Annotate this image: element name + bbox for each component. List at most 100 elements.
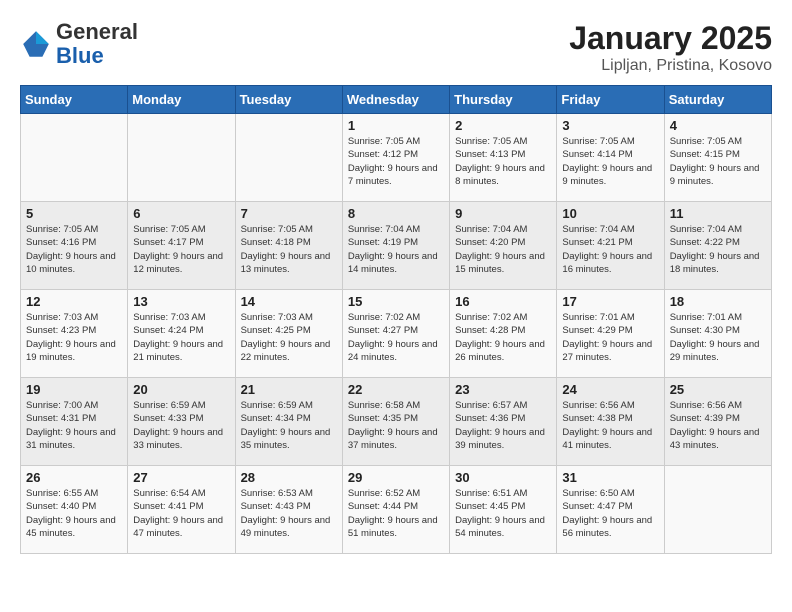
calendar-cell: 22 Sunrise: 6:58 AM Sunset: 4:35 PM Dayli…	[342, 378, 449, 466]
cell-sun-info: Sunrise: 7:05 AM Sunset: 4:12 PM Dayligh…	[348, 135, 444, 188]
calendar-cell: 26Sunrise: 6:55 AM Sunset: 4:40 PM Dayli…	[21, 466, 128, 554]
day-number: 10	[562, 206, 658, 221]
calendar-cell: 25 Sunrise: 6:56 AM Sunset: 4:39 PM Dayli…	[664, 378, 771, 466]
day-number: 22	[348, 382, 444, 397]
calendar-body: 1 Sunrise: 7:05 AM Sunset: 4:12 PM Daylig…	[21, 114, 772, 554]
calendar-cell	[235, 114, 342, 202]
calendar-cell: 30Sunrise: 6:51 AM Sunset: 4:45 PM Dayli…	[450, 466, 557, 554]
calendar-week-row: 26Sunrise: 6:55 AM Sunset: 4:40 PM Dayli…	[21, 466, 772, 554]
day-number: 18	[670, 294, 766, 309]
cell-sun-info: Sunrise: 7:03 AM Sunset: 4:23 PM Dayligh…	[26, 311, 122, 364]
weekday-label: Saturday	[664, 86, 771, 114]
cell-sun-info: Sunrise: 7:05 AM Sunset: 4:16 PM Dayligh…	[26, 223, 122, 276]
calendar-cell: 15Sunrise: 7:02 AM Sunset: 4:27 PM Dayli…	[342, 290, 449, 378]
day-number: 3	[562, 118, 658, 133]
cell-sun-info: Sunrise: 6:53 AM Sunset: 4:43 PM Dayligh…	[241, 487, 337, 540]
day-number: 12	[26, 294, 122, 309]
calendar-week-row: 1 Sunrise: 7:05 AM Sunset: 4:12 PM Daylig…	[21, 114, 772, 202]
day-number: 17	[562, 294, 658, 309]
calendar-cell: 27 Sunrise: 6:54 AM Sunset: 4:41 PM Dayli…	[128, 466, 235, 554]
cell-sun-info: Sunrise: 7:03 AM Sunset: 4:25 PM Dayligh…	[241, 311, 337, 364]
day-number: 8	[348, 206, 444, 221]
day-number: 25	[670, 382, 766, 397]
logo-general-text: General	[56, 19, 138, 44]
cell-sun-info: Sunrise: 6:58 AM Sunset: 4:35 PM Dayligh…	[348, 399, 444, 452]
calendar-cell: 23 Sunrise: 6:57 AM Sunset: 4:36 PM Dayli…	[450, 378, 557, 466]
day-number: 27	[133, 470, 229, 485]
day-number: 11	[670, 206, 766, 221]
calendar-cell: 20 Sunrise: 6:59 AM Sunset: 4:33 PM Dayli…	[128, 378, 235, 466]
cell-sun-info: Sunrise: 7:05 AM Sunset: 4:17 PM Dayligh…	[133, 223, 229, 276]
calendar-cell: 29Sunrise: 6:52 AM Sunset: 4:44 PM Dayli…	[342, 466, 449, 554]
calendar-cell: 1 Sunrise: 7:05 AM Sunset: 4:12 PM Daylig…	[342, 114, 449, 202]
cell-sun-info: Sunrise: 6:52 AM Sunset: 4:44 PM Dayligh…	[348, 487, 444, 540]
cell-sun-info: Sunrise: 7:05 AM Sunset: 4:14 PM Dayligh…	[562, 135, 658, 188]
day-number: 19	[26, 382, 122, 397]
location-title: Lipljan, Pristina, Kosovo	[569, 57, 772, 75]
weekday-label: Monday	[128, 86, 235, 114]
day-number: 28	[241, 470, 337, 485]
calendar-cell: 28 Sunrise: 6:53 AM Sunset: 4:43 PM Dayli…	[235, 466, 342, 554]
calendar-cell: 4 Sunrise: 7:05 AM Sunset: 4:15 PM Daylig…	[664, 114, 771, 202]
day-number: 24	[562, 382, 658, 397]
calendar-cell: 24Sunrise: 6:56 AM Sunset: 4:38 PM Dayli…	[557, 378, 664, 466]
day-number: 1	[348, 118, 444, 133]
cell-sun-info: Sunrise: 6:51 AM Sunset: 4:45 PM Dayligh…	[455, 487, 551, 540]
cell-sun-info: Sunrise: 7:03 AM Sunset: 4:24 PM Dayligh…	[133, 311, 229, 364]
weekday-label: Wednesday	[342, 86, 449, 114]
cell-sun-info: Sunrise: 7:01 AM Sunset: 4:29 PM Dayligh…	[562, 311, 658, 364]
day-number: 31	[562, 470, 658, 485]
calendar-cell: 2 Sunrise: 7:05 AM Sunset: 4:13 PM Daylig…	[450, 114, 557, 202]
calendar-week-row: 19Sunrise: 7:00 AM Sunset: 4:31 PM Dayli…	[21, 378, 772, 466]
cell-sun-info: Sunrise: 7:01 AM Sunset: 4:30 PM Dayligh…	[670, 311, 766, 364]
calendar-cell: 17 Sunrise: 7:01 AM Sunset: 4:29 PM Dayli…	[557, 290, 664, 378]
cell-sun-info: Sunrise: 7:05 AM Sunset: 4:15 PM Dayligh…	[670, 135, 766, 188]
calendar-cell	[21, 114, 128, 202]
cell-sun-info: Sunrise: 6:59 AM Sunset: 4:33 PM Dayligh…	[133, 399, 229, 452]
day-number: 5	[26, 206, 122, 221]
calendar-cell: 13 Sunrise: 7:03 AM Sunset: 4:24 PM Dayli…	[128, 290, 235, 378]
calendar-cell: 7 Sunrise: 7:05 AM Sunset: 4:18 PM Daylig…	[235, 202, 342, 290]
day-number: 20	[133, 382, 229, 397]
calendar-cell: 5 Sunrise: 7:05 AM Sunset: 4:16 PM Daylig…	[21, 202, 128, 290]
day-number: 7	[241, 206, 337, 221]
cell-sun-info: Sunrise: 7:04 AM Sunset: 4:22 PM Dayligh…	[670, 223, 766, 276]
calendar-cell: 9Sunrise: 7:04 AM Sunset: 4:20 PM Daylig…	[450, 202, 557, 290]
calendar-cell: 19Sunrise: 7:00 AM Sunset: 4:31 PM Dayli…	[21, 378, 128, 466]
day-number: 13	[133, 294, 229, 309]
cell-sun-info: Sunrise: 7:02 AM Sunset: 4:27 PM Dayligh…	[348, 311, 444, 364]
calendar-cell: 3 Sunrise: 7:05 AM Sunset: 4:14 PM Daylig…	[557, 114, 664, 202]
calendar-week-row: 12 Sunrise: 7:03 AM Sunset: 4:23 PM Dayli…	[21, 290, 772, 378]
title-block: January 2025 Lipljan, Pristina, Kosovo	[569, 20, 772, 75]
day-number: 21	[241, 382, 337, 397]
weekday-label: Friday	[557, 86, 664, 114]
cell-sun-info: Sunrise: 6:54 AM Sunset: 4:41 PM Dayligh…	[133, 487, 229, 540]
cell-sun-info: Sunrise: 6:59 AM Sunset: 4:34 PM Dayligh…	[241, 399, 337, 452]
weekday-label: Tuesday	[235, 86, 342, 114]
cell-sun-info: Sunrise: 7:05 AM Sunset: 4:18 PM Dayligh…	[241, 223, 337, 276]
day-number: 4	[670, 118, 766, 133]
cell-sun-info: Sunrise: 6:50 AM Sunset: 4:47 PM Dayligh…	[562, 487, 658, 540]
weekday-header-row: SundayMondayTuesdayWednesdayThursdayFrid…	[21, 86, 772, 114]
logo: General Blue	[20, 20, 138, 68]
weekday-label: Thursday	[450, 86, 557, 114]
calendar-cell: 18 Sunrise: 7:01 AM Sunset: 4:30 PM Dayli…	[664, 290, 771, 378]
day-number: 2	[455, 118, 551, 133]
day-number: 23	[455, 382, 551, 397]
calendar-cell: 12 Sunrise: 7:03 AM Sunset: 4:23 PM Dayli…	[21, 290, 128, 378]
day-number: 6	[133, 206, 229, 221]
day-number: 16	[455, 294, 551, 309]
cell-sun-info: Sunrise: 7:05 AM Sunset: 4:13 PM Dayligh…	[455, 135, 551, 188]
calendar-cell: 21 Sunrise: 6:59 AM Sunset: 4:34 PM Dayli…	[235, 378, 342, 466]
cell-sun-info: Sunrise: 7:04 AM Sunset: 4:19 PM Dayligh…	[348, 223, 444, 276]
cell-sun-info: Sunrise: 7:02 AM Sunset: 4:28 PM Dayligh…	[455, 311, 551, 364]
day-number: 26	[26, 470, 122, 485]
page-header: General Blue January 2025 Lipljan, Prist…	[20, 20, 772, 75]
calendar-cell: 11 Sunrise: 7:04 AM Sunset: 4:22 PM Dayli…	[664, 202, 771, 290]
calendar-cell: 10Sunrise: 7:04 AM Sunset: 4:21 PM Dayli…	[557, 202, 664, 290]
cell-sun-info: Sunrise: 6:56 AM Sunset: 4:39 PM Dayligh…	[670, 399, 766, 452]
logo-icon	[20, 28, 52, 60]
cell-sun-info: Sunrise: 6:57 AM Sunset: 4:36 PM Dayligh…	[455, 399, 551, 452]
calendar-table: SundayMondayTuesdayWednesdayThursdayFrid…	[20, 85, 772, 554]
calendar-cell	[664, 466, 771, 554]
